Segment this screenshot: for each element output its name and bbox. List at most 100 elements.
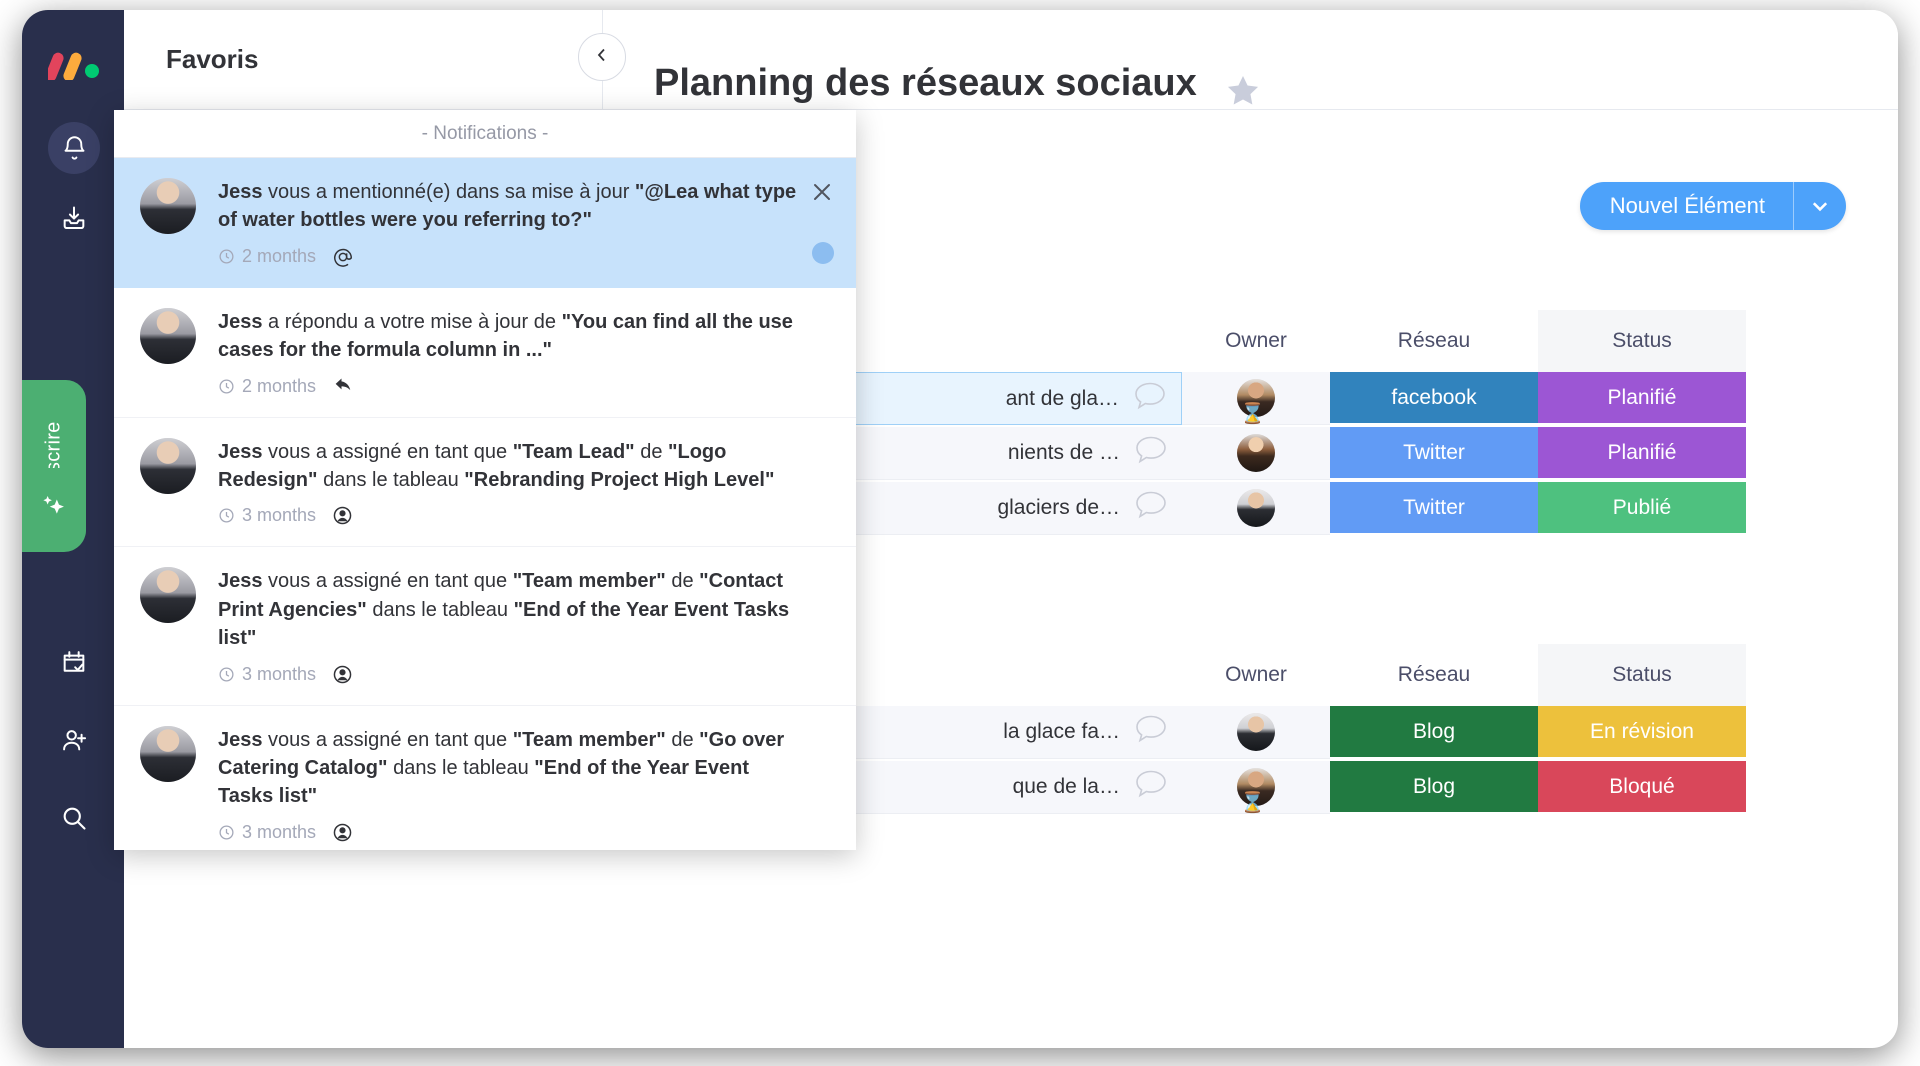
status-badge[interactable]: Planifié <box>1538 372 1746 425</box>
status-label: En révision <box>1590 719 1694 743</box>
avatar <box>1237 434 1275 472</box>
cell-owner[interactable] <box>1182 427 1330 480</box>
unread-indicator[interactable] <box>812 241 834 264</box>
notification-time: 2 months <box>242 375 317 396</box>
collapse-sidebar-button[interactable] <box>578 33 626 81</box>
cell-owner[interactable] <box>1182 482 1330 535</box>
person-circle-icon <box>332 822 353 843</box>
mention-at-icon <box>332 246 354 268</box>
subscribe-sparkle-tab[interactable] <box>22 468 86 552</box>
notification-text: Jess vous a assigné en tant que "Team me… <box>218 728 785 808</box>
chevron-left-icon <box>594 47 610 68</box>
sparkles-icon <box>37 491 71 530</box>
monday-logo[interactable] <box>45 46 100 82</box>
column-header-reseau[interactable]: Réseau <box>1330 663 1538 687</box>
status-badge[interactable]: Planifié <box>1538 427 1746 480</box>
cell-owner[interactable]: ⌛ <box>1182 761 1330 814</box>
sidebar-item-notifications[interactable] <box>48 122 100 174</box>
column-header-owner[interactable]: Owner <box>1182 663 1330 687</box>
notification-body: Jess vous a assigné en tant que "Team me… <box>218 567 830 684</box>
notification-meta: 3 months <box>218 664 804 685</box>
notification-meta: 3 months <box>218 505 804 526</box>
notification-body: Jess vous a assigné en tant que "Team Le… <box>218 438 830 527</box>
status-label: Planifié <box>1607 440 1677 464</box>
hourglass-icon: ⌛ <box>1240 792 1265 814</box>
column-header-status[interactable]: Status <box>1538 310 1746 372</box>
column-header-reseau[interactable]: Réseau <box>1330 329 1538 353</box>
notification-time: 3 months <box>242 821 317 842</box>
cell-owner[interactable]: ⌛ <box>1182 372 1330 425</box>
comment-bubble-icon[interactable] <box>1134 769 1168 805</box>
cell-reseau[interactable]: Twitter <box>1330 427 1538 480</box>
comment-bubble-icon[interactable] <box>1134 490 1168 526</box>
status-label: Bloqué <box>1609 774 1675 798</box>
reply-arrow-icon <box>332 376 356 396</box>
status-badge[interactable]: Bloqué <box>1538 761 1746 814</box>
item-name-text: nients de … <box>1007 441 1120 464</box>
avatar <box>140 307 196 364</box>
sidebar-item-search[interactable] <box>48 792 100 844</box>
item-name-text: glaciers de… <box>997 496 1120 519</box>
notification-meta: 2 months <box>218 376 804 397</box>
item-name-text: la glace fa… <box>1003 720 1120 743</box>
star-icon[interactable] <box>1224 72 1262 115</box>
clock-icon: 3 months <box>218 664 316 685</box>
notification-body: Jess vous a mentionné(e) dans sa mise à … <box>218 178 830 268</box>
notification-item[interactable]: Jess vous a assigné en tant que "Team Le… <box>114 418 856 548</box>
person-circle-icon <box>332 505 353 526</box>
item-name-text: ant de gla… <box>1005 386 1119 410</box>
item-name-text: que de la… <box>1012 775 1120 798</box>
status-badge[interactable]: En révision <box>1538 706 1746 759</box>
comment-bubble-icon[interactable] <box>1134 435 1168 471</box>
notification-time: 2 months <box>242 246 317 267</box>
search-icon <box>60 804 88 832</box>
avatar <box>140 437 196 494</box>
new-item-button[interactable]: Nouvel Élément <box>1579 182 1846 230</box>
clock-icon: 2 months <box>218 376 316 397</box>
sidebar-item-invite[interactable] <box>48 714 100 766</box>
notifications-popover: - Notifications - Jess vous a mentionné(… <box>114 110 856 850</box>
notifications-list[interactable]: Jess vous a mentionné(e) dans sa mise à … <box>114 158 856 850</box>
reseau-label: Blog <box>1412 774 1456 798</box>
person-add-icon <box>60 726 88 754</box>
comment-bubble-icon[interactable] <box>1134 714 1168 750</box>
notification-item[interactable]: Jess vous a mentionné(e) dans sa mise à … <box>114 158 856 288</box>
sidebar-item-calendar[interactable] <box>48 636 100 688</box>
sidebar-item-inbox[interactable] <box>48 192 100 244</box>
cell-reseau[interactable]: Blog <box>1330 706 1538 759</box>
notification-body: Jess a répondu a votre mise à jour de "Y… <box>218 308 830 397</box>
comment-bubble-icon[interactable] <box>1133 381 1167 417</box>
status-label: Publié <box>1612 495 1672 519</box>
reseau-label: Twitter <box>1403 440 1465 464</box>
avatar <box>1237 489 1275 527</box>
cell-reseau[interactable]: Blog <box>1330 761 1538 814</box>
notification-item[interactable]: Jess vous a assigné en tant que "Team me… <box>114 706 856 850</box>
column-header-status[interactable]: Status <box>1538 644 1746 706</box>
cell-reseau[interactable]: facebook <box>1330 372 1538 425</box>
reseau-label: facebook <box>1391 385 1477 409</box>
notification-meta: 2 months <box>218 246 804 268</box>
avatar <box>1237 713 1275 751</box>
board-header: Favoris Planning des réseaux sociaux <box>124 10 1898 110</box>
page-title: Planning des réseaux sociaux <box>654 62 1197 104</box>
favorites-label: Favoris <box>166 44 259 74</box>
chevron-down-icon[interactable] <box>1794 182 1846 230</box>
notification-item[interactable]: Jess vous a assigné en tant que "Team me… <box>114 547 856 706</box>
notification-text: Jess vous a mentionné(e) dans sa mise à … <box>218 181 797 232</box>
app-window: Favoris Planning des réseaux sociaux Nou… <box>22 10 1898 1048</box>
cell-owner[interactable] <box>1182 706 1330 759</box>
inbox-download-icon <box>60 204 88 232</box>
new-item-label: Nouvel Élément <box>1609 193 1765 218</box>
notification-time: 3 months <box>242 505 317 526</box>
avatar <box>140 178 196 234</box>
notification-text: Jess vous a assigné en tant que "Team Le… <box>218 440 775 491</box>
notification-item[interactable]: Jess a répondu a votre mise à jour de "Y… <box>114 288 856 418</box>
status-badge[interactable]: Publié <box>1538 482 1746 535</box>
close-icon[interactable] <box>810 180 834 208</box>
left-sidebar: Souscrire <box>22 10 124 1048</box>
clock-icon: 3 months <box>218 822 316 843</box>
clock-icon: 3 months <box>218 505 316 526</box>
status-label: Planifié <box>1607 385 1677 409</box>
cell-reseau[interactable]: Twitter <box>1330 482 1538 535</box>
column-header-owner[interactable]: Owner <box>1182 329 1330 353</box>
